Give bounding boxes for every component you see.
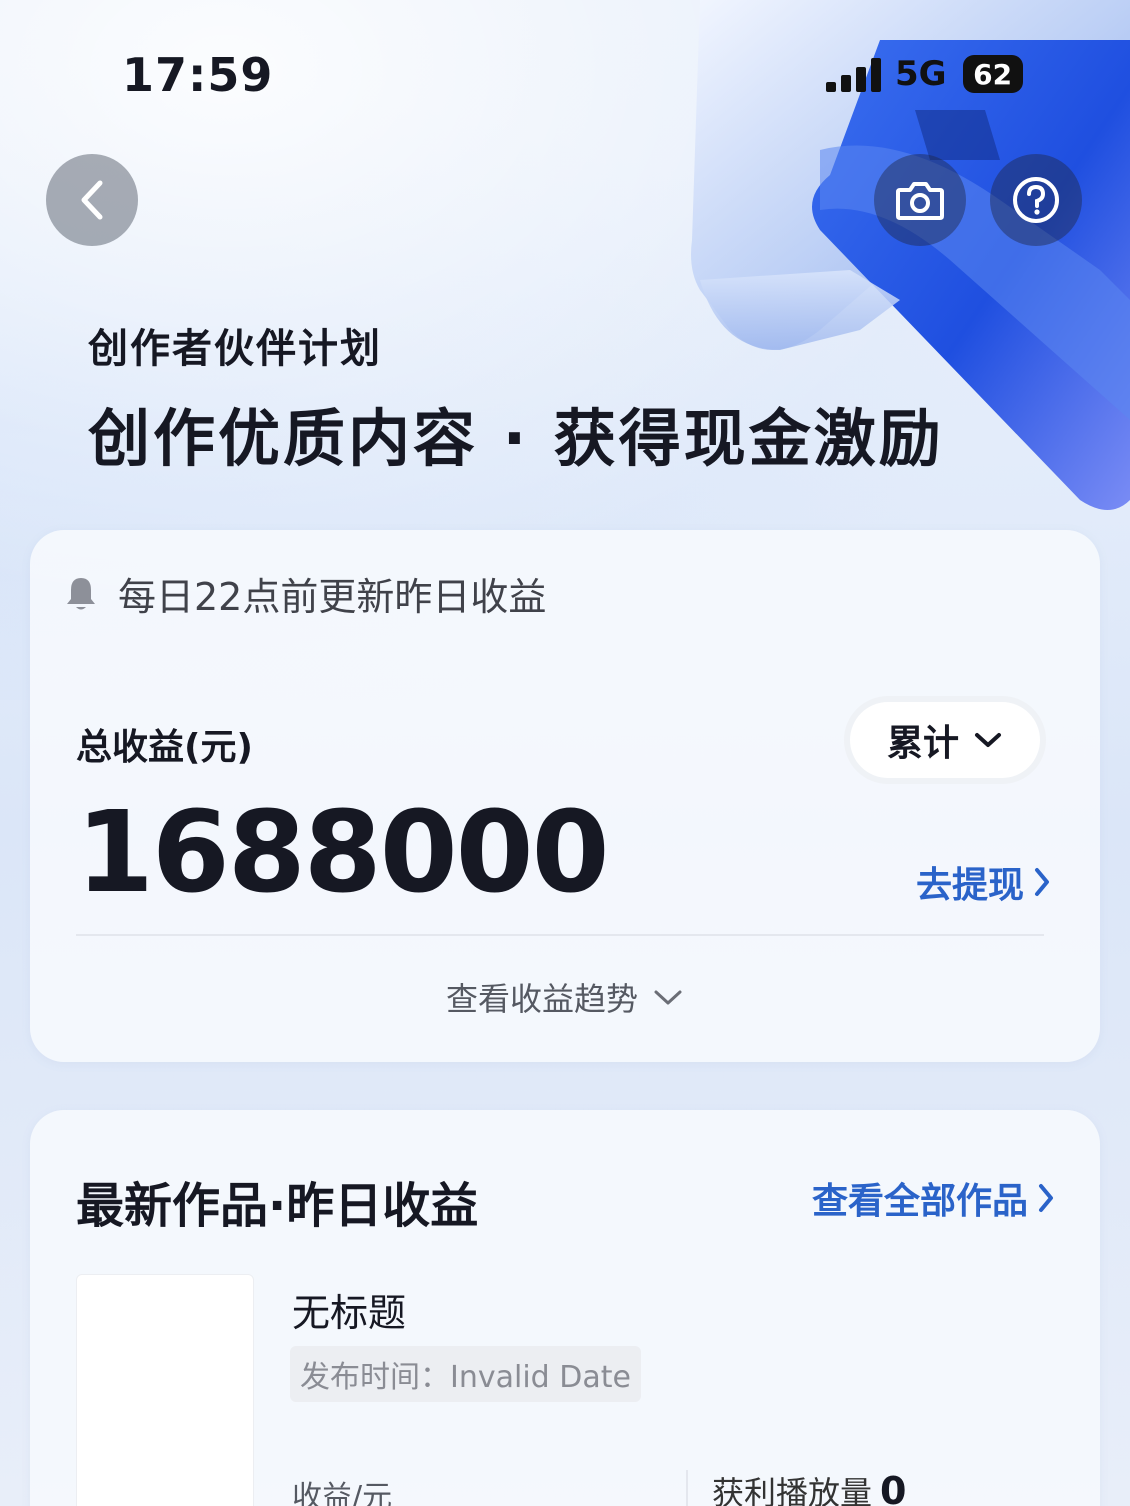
earnings-card: 每日22点前更新昨日收益 总收益(元) 累计 1688000 去提现 查看收益趋… (30, 530, 1100, 1062)
work-thumbnail[interactable] (76, 1274, 254, 1506)
status-time: 17:59 (122, 48, 274, 102)
signal-icon (826, 56, 881, 92)
chevron-down-icon (654, 990, 682, 1005)
status-indicators: 5G 62 (826, 52, 1023, 96)
total-earnings-label: 总收益(元) (76, 727, 253, 768)
camera-icon (896, 182, 944, 220)
chevron-right-icon (1035, 868, 1050, 896)
chevron-down-icon (975, 733, 1001, 747)
page-subtitle: 创作者伙伴计划 (88, 326, 382, 372)
question-mark-icon (1013, 177, 1059, 223)
income-label: 收益/元 (292, 1480, 393, 1506)
notice-text: 每日22点前更新昨日收益 (118, 575, 547, 619)
earnings-trend-toggle[interactable]: 查看收益趋势 (30, 974, 1100, 1020)
publish-time: 发布时间：Invalid Date (290, 1346, 641, 1402)
plays-label: 获利播放量 (712, 1474, 873, 1506)
work-title[interactable]: 无标题 (292, 1282, 406, 1337)
network-type: 5G (895, 54, 947, 94)
chevron-left-icon (81, 180, 103, 220)
period-dropdown[interactable]: 累计 (850, 702, 1040, 778)
withdraw-link[interactable]: 去提现 (916, 856, 1052, 908)
page-title: 创作优质内容 · 获得现金激励 (88, 402, 944, 475)
section-title: 最新作品·昨日收益 (76, 1178, 479, 1234)
period-selected: 累计 (886, 723, 959, 764)
help-button[interactable] (990, 154, 1082, 246)
chevron-right-icon (1039, 1184, 1054, 1212)
withdraw-label: 去提现 (916, 865, 1025, 906)
plays-value: 0 (880, 1469, 907, 1506)
battery-level: 62 (973, 57, 1013, 91)
camera-button[interactable] (874, 154, 966, 246)
update-notice: 每日22点前更新昨日收益 (64, 566, 546, 621)
battery-icon: 62 (962, 55, 1023, 93)
latest-works-card: 最新作品·昨日收益 查看全部作品 无标题 发布时间：Invalid Date 收… (30, 1110, 1100, 1506)
monetized-plays: 获利播放量 0 (712, 1468, 906, 1506)
bell-icon (67, 577, 95, 609)
divider (686, 1470, 688, 1506)
back-button[interactable] (46, 154, 138, 246)
view-all-works-link[interactable]: 查看全部作品 (812, 1172, 1056, 1224)
total-earnings-value: 1688000 (76, 788, 610, 918)
trend-label: 查看收益趋势 (445, 980, 638, 1018)
view-all-label: 查看全部作品 (812, 1181, 1029, 1222)
divider (76, 934, 1044, 936)
